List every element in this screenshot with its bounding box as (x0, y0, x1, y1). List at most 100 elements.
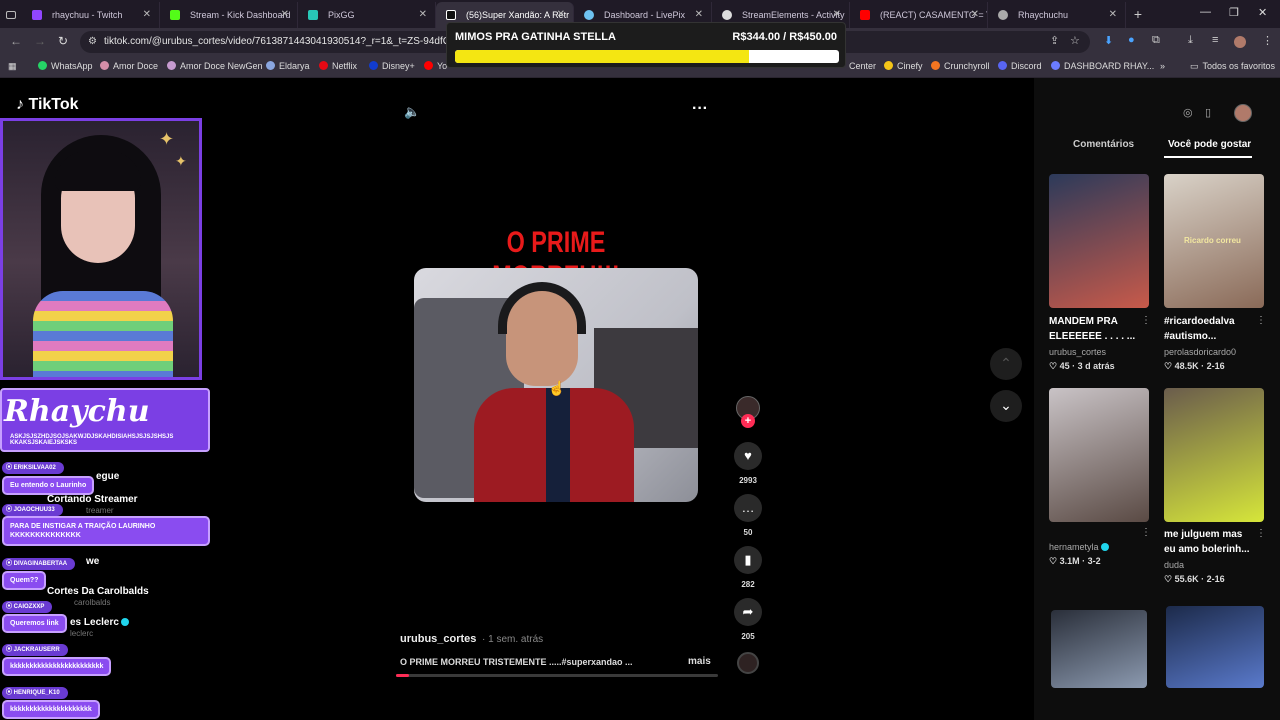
bookmark-item[interactable]: Disney+ (369, 61, 415, 71)
suggested-video-caption[interactable]: MANDEM PRA (1049, 315, 1118, 328)
comment-icon[interactable]: … (734, 494, 762, 522)
bookmark-item[interactable]: Center (849, 61, 876, 71)
suggested-video-thumbnail[interactable] (1051, 610, 1147, 688)
twitch-icon (32, 10, 42, 20)
forward-icon[interactable]: → (34, 34, 46, 48)
close-icon[interactable]: ✕ (419, 2, 427, 28)
bookmark-item[interactable]: Discord (998, 61, 1042, 71)
reload-icon[interactable]: ↻ (58, 34, 68, 48)
previous-video-icon[interactable]: ⌃ (990, 348, 1022, 380)
close-icon[interactable]: ✕ (1109, 2, 1117, 28)
close-icon[interactable]: ✕ (143, 2, 151, 28)
volume-icon[interactable]: 🔈 (404, 104, 420, 120)
suggested-video-caption[interactable]: #autismo... (1164, 330, 1216, 343)
bookmark-item[interactable]: Amor Doce NewGen (167, 61, 263, 71)
suggested-video-author[interactable]: hernametyla (1049, 542, 1109, 552)
suggested-video-stats: ♡ 3.1M · 3-2 (1049, 556, 1101, 566)
video-author[interactable]: urubus_cortes (400, 633, 476, 645)
profile-avatar-icon[interactable] (1234, 36, 1246, 48)
back-icon[interactable]: ← (10, 34, 22, 48)
bookmark-item[interactable]: DASHBOARD RHAY... (1051, 61, 1154, 71)
more-options-icon[interactable]: ⋮ (1256, 528, 1266, 539)
suggested-video-caption[interactable]: me julguem mas (1164, 528, 1242, 541)
streamelements-icon (722, 10, 732, 20)
suggested-video-caption[interactable]: eu amo bolerinh... (1164, 543, 1250, 556)
minimize-icon[interactable]: — (1200, 6, 1211, 18)
browser-tab[interactable]: rhaychuu - Twitch ✕ (22, 2, 160, 28)
bookmark-item[interactable]: WhatsApp (38, 61, 93, 71)
media-icon[interactable]: ≡ (1212, 34, 1218, 46)
close-icon[interactable]: ✕ (281, 2, 289, 28)
sidebar-account-name[interactable]: egue (96, 471, 119, 482)
new-tab-button[interactable]: + (1126, 2, 1150, 28)
suggested-video-thumbnail[interactable] (1049, 388, 1149, 522)
bookmark-item[interactable]: Yo (424, 61, 447, 71)
more-options-icon[interactable]: ⋮ (1141, 527, 1151, 538)
heart-icon[interactable]: ♥ (734, 442, 762, 470)
sidebar-account-name[interactable]: Cortes Da Carolbalds (47, 586, 149, 597)
url-text[interactable]: tiktok.com/@urubus_cortes/video/76138714… (104, 36, 469, 47)
device-icon[interactable]: ▯ (1205, 106, 1211, 119)
browser-tab[interactable]: Stream - Kick Dashboard ✕ (160, 2, 298, 28)
bookmark-item[interactable]: Amor Doce (100, 61, 158, 71)
all-favorites-folder[interactable]: ▭ Todos os favoritos (1190, 61, 1275, 72)
downloads-icon[interactable]: ⤓ (1188, 34, 1193, 47)
menu-icon[interactable]: ⋮ (1262, 34, 1273, 47)
bookmark-item[interactable]: Cinefy (884, 61, 923, 71)
follow-button[interactable]: + (741, 414, 755, 428)
tab-search-icon[interactable] (0, 2, 22, 28)
chat-message: kkkkkkkkkkkkkkkkkkkkk (2, 700, 100, 719)
extension-download-icon[interactable]: ⬇ (1104, 34, 1113, 47)
suggested-video-caption[interactable]: ELEEEEEE . . . . ... (1049, 330, 1135, 343)
tiktok-logo[interactable]: ♪ TikTok (16, 96, 79, 114)
suggested-video-caption[interactable]: #ricardoedalva (1164, 315, 1235, 328)
suggested-video-author[interactable]: duda (1164, 560, 1184, 570)
music-disc-icon[interactable] (737, 652, 759, 674)
next-video-icon[interactable]: ⌄ (990, 390, 1022, 422)
suggested-video-thumbnail[interactable] (1049, 174, 1149, 308)
extensions-puzzle-icon[interactable]: ⧉ (1152, 34, 1160, 47)
apps-icon[interactable]: ▦ (8, 61, 17, 72)
bookmark-icon[interactable]: ▮ (734, 546, 762, 574)
browser-tab[interactable]: (REACT) CASAMENTO = T ✕ (850, 2, 988, 28)
caption-more-button[interactable]: mais (688, 656, 711, 667)
install-icon[interactable]: ⇪ (1050, 34, 1059, 47)
site-info-icon[interactable]: ⚙ (88, 36, 97, 47)
suggested-video-author[interactable]: perolasdoricardo0 (1164, 347, 1236, 357)
suggested-video-thumbnail[interactable] (1164, 388, 1264, 522)
user-avatar[interactable] (1234, 104, 1252, 122)
tab-comments[interactable]: Comentários (1073, 139, 1134, 150)
like-action[interactable]: ♥ 2993 (733, 442, 763, 485)
chat-message: Queremos link (2, 614, 67, 633)
more-options-icon[interactable]: ⋮ (1256, 315, 1266, 326)
close-icon[interactable]: ✕ (971, 2, 979, 28)
tab-suggestions[interactable]: Você pode gostar (1168, 139, 1251, 150)
kick-icon (170, 10, 180, 20)
sidebar-account-name[interactable]: Cortando Streamer (47, 494, 138, 505)
sidebar-account-name[interactable]: we (86, 556, 99, 567)
suggested-video-author[interactable]: urubus_cortes (1049, 347, 1106, 357)
more-options-icon[interactable]: ··· (692, 100, 708, 118)
bookmark-item[interactable]: Crunchyroll (931, 61, 990, 71)
share-icon[interactable]: ➦ (734, 598, 762, 626)
bookmark-item[interactable]: Eldarya (266, 61, 310, 71)
maximize-icon[interactable]: ❐ (1229, 6, 1239, 19)
close-window-icon[interactable]: ✕ (1258, 6, 1267, 19)
comment-action[interactable]: … 50 (733, 494, 763, 537)
video-progress-track[interactable] (396, 674, 718, 677)
sidebar-account-name[interactable]: es Leclerc (70, 617, 129, 628)
compass-icon[interactable]: ◎ (1183, 106, 1193, 119)
browser-tab[interactable]: PixGG ✕ (298, 2, 436, 28)
suggested-video-thumbnail[interactable]: Ricardo correu (1164, 174, 1264, 308)
extension-icon[interactable]: ● (1128, 34, 1135, 46)
save-action[interactable]: ▮ 282 (733, 546, 763, 589)
bookmarks-overflow-icon[interactable]: » (1160, 61, 1165, 71)
tiktok-note-icon: ♪ (16, 96, 24, 113)
bookmark-item[interactable]: Netflix (319, 61, 357, 71)
browser-tab[interactable]: Rhaychuchu ✕ (988, 2, 1126, 28)
share-action[interactable]: ➦ 205 (733, 598, 763, 641)
suggested-video-thumbnail[interactable] (1166, 606, 1264, 688)
bookmark-star-icon[interactable]: ☆ (1070, 34, 1080, 47)
video-time: · 1 sem. atrás (482, 634, 544, 645)
more-options-icon[interactable]: ⋮ (1141, 315, 1151, 326)
